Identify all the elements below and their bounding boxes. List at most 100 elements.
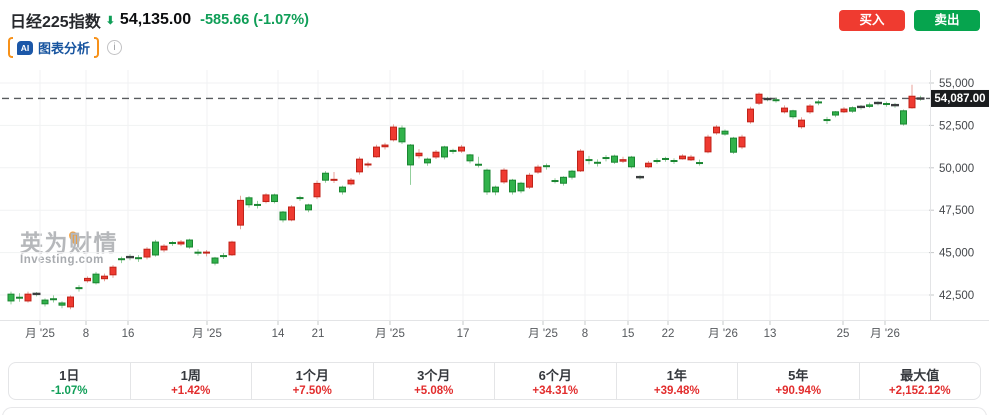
- candle-flat[interactable]: [670, 160, 678, 163]
- candle-flat[interactable]: [75, 287, 83, 290]
- candle[interactable]: [262, 194, 270, 203]
- candle[interactable]: [373, 146, 380, 158]
- candle-flat[interactable]: [50, 298, 57, 301]
- sell-button[interactable]: 卖出: [914, 9, 980, 31]
- candle[interactable]: [228, 241, 236, 256]
- candle-flat[interactable]: [169, 242, 176, 245]
- candlestick-chart[interactable]: 月 '25 8 16 月 '25 14 21 月 '25 17 月 '25 8 15 22 月 '26 1…: [0, 0, 989, 415]
- candle[interactable]: [840, 108, 848, 113]
- candle[interactable]: [806, 105, 814, 113]
- candle-doji[interactable]: [857, 105, 865, 109]
- candle[interactable]: [568, 170, 576, 178]
- period-tab[interactable]: 5年 +90.94%: [738, 363, 860, 399]
- candle-doji[interactable]: [32, 292, 41, 296]
- candle-flat[interactable]: [475, 163, 482, 166]
- candle-flat[interactable]: [194, 251, 202, 254]
- candle[interactable]: [356, 158, 363, 173]
- candle[interactable]: [7, 293, 15, 302]
- candle[interactable]: [339, 186, 346, 193]
- candle[interactable]: [789, 110, 797, 118]
- buy-button[interactable]: 买入: [839, 9, 905, 31]
- candle[interactable]: [500, 169, 508, 183]
- period-tab[interactable]: 3个月 +5.08%: [374, 363, 495, 399]
- candle[interactable]: [313, 182, 321, 198]
- candle-flat[interactable]: [551, 180, 559, 183]
- candle[interactable]: [908, 95, 916, 109]
- candle[interactable]: [186, 239, 193, 248]
- candle[interactable]: [407, 144, 414, 166]
- period-tab[interactable]: 1年 +39.48%: [617, 363, 738, 399]
- candle-flat[interactable]: [220, 255, 227, 258]
- candle[interactable]: [152, 241, 159, 256]
- candle[interactable]: [143, 248, 151, 258]
- candle[interactable]: [798, 119, 805, 128]
- candle[interactable]: [432, 151, 440, 158]
- candle-doji[interactable]: [126, 255, 134, 259]
- candle[interactable]: [866, 104, 873, 107]
- candle[interactable]: [160, 245, 168, 251]
- candle[interactable]: [492, 186, 499, 193]
- candle-flat[interactable]: [254, 203, 261, 206]
- candle[interactable]: [611, 155, 618, 163]
- candle[interactable]: [526, 174, 533, 188]
- candle[interactable]: [679, 155, 686, 160]
- candle[interactable]: [245, 197, 253, 206]
- candle[interactable]: [398, 127, 406, 143]
- candle[interactable]: [832, 111, 839, 116]
- candle[interactable]: [237, 199, 244, 226]
- candle[interactable]: [288, 206, 295, 221]
- candle-flat[interactable]: [696, 162, 703, 165]
- candle[interactable]: [92, 273, 100, 284]
- candle-flat[interactable]: [364, 163, 372, 166]
- candle[interactable]: [458, 146, 465, 152]
- candle-doji[interactable]: [636, 175, 644, 179]
- candle-flat[interactable]: [883, 103, 890, 106]
- candle[interactable]: [109, 266, 117, 276]
- period-tab[interactable]: 1周 +1.42%: [131, 363, 252, 399]
- candle-doji[interactable]: [916, 97, 925, 100]
- candle[interactable]: [424, 158, 431, 164]
- candle[interactable]: [279, 211, 287, 221]
- info-icon[interactable]: i: [107, 40, 123, 55]
- period-tab[interactable]: 1日 -1.07%: [9, 363, 131, 399]
- candle[interactable]: [849, 107, 856, 112]
- candle[interactable]: [721, 130, 729, 135]
- candle-flat[interactable]: [815, 101, 822, 104]
- candle-flat[interactable]: [585, 159, 593, 162]
- candle[interactable]: [177, 241, 185, 245]
- candle[interactable]: [271, 194, 278, 203]
- candle-flat[interactable]: [135, 257, 142, 260]
- candle[interactable]: [517, 182, 525, 192]
- candle-flat[interactable]: [662, 157, 669, 160]
- candle[interactable]: [713, 126, 720, 134]
- period-tab[interactable]: 6个月 +34.31%: [495, 363, 617, 399]
- candle[interactable]: [305, 204, 312, 211]
- candle[interactable]: [687, 156, 695, 161]
- candle[interactable]: [577, 150, 584, 172]
- candle[interactable]: [900, 110, 907, 125]
- candle[interactable]: [101, 275, 108, 280]
- candle-flat[interactable]: [118, 258, 125, 261]
- candle-flat[interactable]: [823, 119, 831, 122]
- candle[interactable]: [381, 144, 389, 148]
- candle-flat[interactable]: [594, 161, 601, 164]
- candle[interactable]: [347, 179, 355, 185]
- candle[interactable]: [390, 126, 397, 141]
- candle[interactable]: [466, 154, 474, 162]
- candle[interactable]: [84, 277, 91, 282]
- candle-flat[interactable]: [449, 149, 457, 152]
- candle[interactable]: [415, 152, 423, 157]
- candle[interactable]: [645, 162, 652, 168]
- candle-flat[interactable]: [772, 99, 780, 102]
- candle[interactable]: [483, 169, 491, 193]
- candle-doji[interactable]: [891, 103, 899, 107]
- candle-doji[interactable]: [874, 101, 882, 105]
- candle[interactable]: [738, 136, 746, 148]
- candle-flat[interactable]: [653, 160, 661, 163]
- candle[interactable]: [781, 107, 788, 113]
- candle[interactable]: [560, 176, 567, 184]
- period-tab[interactable]: 1个月 +7.50%: [252, 363, 374, 399]
- candle[interactable]: [211, 257, 219, 264]
- candle-flat[interactable]: [296, 197, 304, 200]
- candle[interactable]: [67, 296, 74, 308]
